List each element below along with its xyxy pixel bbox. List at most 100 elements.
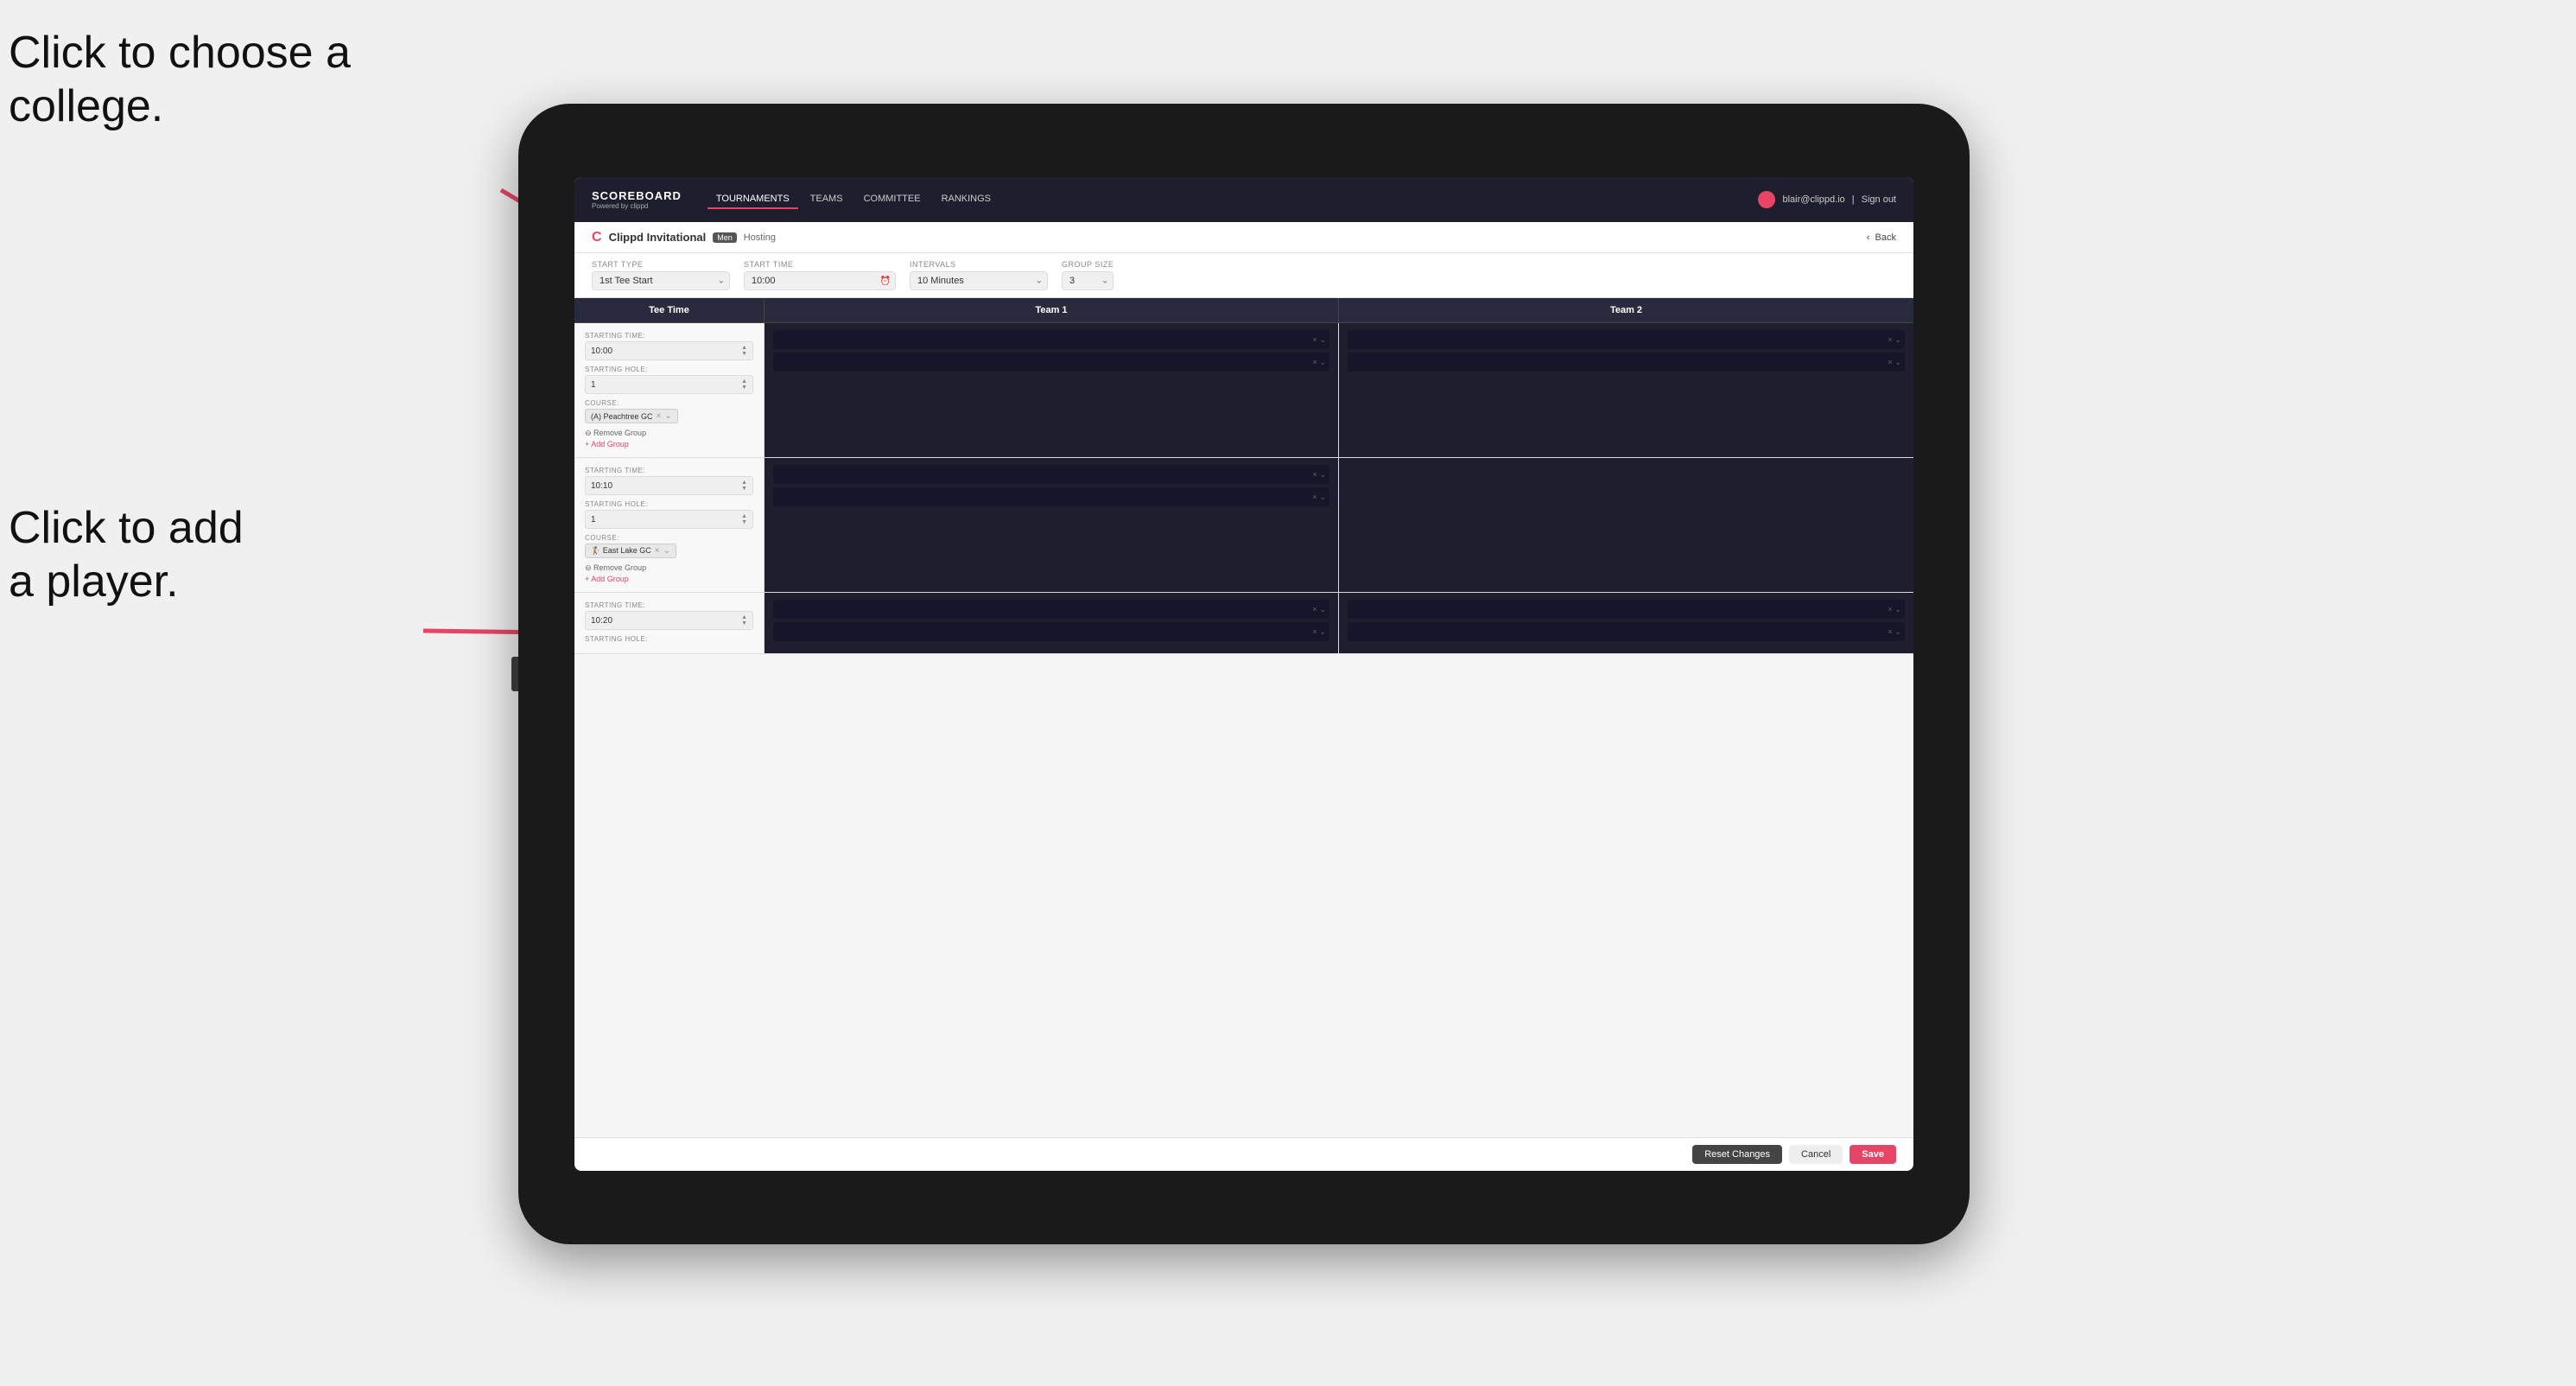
remove-group-btn-2[interactable]: ⊖ Remove Group bbox=[585, 563, 753, 573]
slot-expand-5-1[interactable]: ⌄ bbox=[1319, 605, 1326, 614]
starting-time-value-2[interactable]: 10:10 ▲▼ bbox=[585, 476, 753, 495]
slot-expand-5-2[interactable]: ⌄ bbox=[1319, 627, 1326, 637]
slot-remove-5-1[interactable]: × bbox=[1312, 605, 1317, 614]
slot-expand-2-2[interactable]: ⌄ bbox=[1894, 358, 1901, 367]
course-label-1: COURSE: bbox=[585, 399, 753, 407]
course-tag-remove-2[interactable]: × bbox=[655, 546, 660, 556]
player-slot-3-1[interactable]: ×⌄ bbox=[773, 465, 1329, 484]
slot-expand-3-2[interactable]: ⌄ bbox=[1319, 493, 1326, 502]
course-tag-1[interactable]: (A) Peachtree GC × ⌄ bbox=[585, 409, 678, 423]
player-slot-2-1[interactable]: ×⌄ bbox=[1348, 330, 1905, 349]
player-slot-5-2[interactable]: ×⌄ bbox=[773, 622, 1329, 641]
course-label-2: COURSE: bbox=[585, 534, 753, 542]
nav-item-tournaments[interactable]: TOURNAMENTS bbox=[707, 190, 798, 209]
group-row: STARTING TIME: 10:00 ▲▼ STARTING HOLE: 1… bbox=[574, 323, 1913, 458]
group-row-2: STARTING TIME: 10:10 ▲▼ STARTING HOLE: 1… bbox=[574, 458, 1913, 593]
back-button[interactable]: ‹ Back bbox=[1867, 232, 1896, 243]
player-slot-1-2[interactable]: ×⌄ bbox=[773, 353, 1329, 372]
group-size-label: Group Size bbox=[1062, 260, 1114, 269]
slot-remove-6-2[interactable]: × bbox=[1888, 627, 1892, 637]
nav-item-rankings[interactable]: RANKINGS bbox=[933, 190, 999, 209]
slot-expand-1-2[interactable]: ⌄ bbox=[1319, 358, 1326, 367]
tablet-side-button bbox=[511, 657, 518, 691]
reset-changes-button[interactable]: Reset Changes bbox=[1692, 1145, 1782, 1164]
player-slot-3-2[interactable]: ×⌄ bbox=[773, 487, 1329, 506]
user-email: blair@clippd.io bbox=[1782, 194, 1844, 205]
table-header: Tee Time Team 1 Team 2 bbox=[574, 298, 1913, 323]
intervals-group: Intervals 10 Minutes 8 Minutes 12 Minute… bbox=[910, 260, 1048, 290]
slot-expand-3-1[interactable]: ⌄ bbox=[1319, 470, 1326, 480]
group-row-3: STARTING TIME: 10:20 ▲▼ STARTING HOLE: ×… bbox=[574, 593, 1913, 654]
intervals-select[interactable]: 10 Minutes 8 Minutes 12 Minutes bbox=[910, 271, 1048, 290]
slot-remove-2-1[interactable]: × bbox=[1888, 335, 1892, 345]
starting-time-value-1[interactable]: 10:00 ▲▼ bbox=[585, 341, 753, 360]
slot-remove-1-2[interactable]: × bbox=[1312, 358, 1317, 367]
event-title: Clippd Invitational bbox=[609, 231, 707, 244]
group-2-left: STARTING TIME: 10:10 ▲▼ STARTING HOLE: 1… bbox=[574, 458, 765, 592]
slot-remove-2-2[interactable]: × bbox=[1888, 358, 1892, 367]
slot-expand-2-1[interactable]: ⌄ bbox=[1894, 335, 1901, 345]
start-time-label: Start Time bbox=[744, 260, 896, 269]
slot-expand-6-1[interactable]: ⌄ bbox=[1894, 605, 1901, 614]
player-slot-1-1[interactable]: ×⌄ bbox=[773, 330, 1329, 349]
event-gender-badge: Men bbox=[713, 232, 737, 243]
slot-remove-3-1[interactable]: × bbox=[1312, 470, 1317, 480]
hosting-badge: Hosting bbox=[744, 232, 776, 243]
sign-out-link[interactable]: Sign out bbox=[1862, 194, 1896, 205]
team2-cell-3: ×⌄ ×⌄ bbox=[1339, 593, 1913, 653]
start-type-select[interactable]: 1st Tee Start Shotgun Start bbox=[592, 271, 730, 290]
player-slot-5-1[interactable]: ×⌄ bbox=[773, 600, 1329, 619]
starting-time-label-1: STARTING TIME: bbox=[585, 332, 753, 340]
nav-items: TOURNAMENTS TEAMS COMMITTEE RANKINGS bbox=[707, 190, 1759, 209]
add-group-btn-1[interactable]: + Add Group bbox=[585, 440, 753, 448]
player-slot-6-1[interactable]: ×⌄ bbox=[1348, 600, 1905, 619]
annotation-add-player: Click to add a player. bbox=[9, 501, 244, 609]
nav-item-committee[interactable]: COMMITTEE bbox=[855, 190, 930, 209]
course-tag-expand-2[interactable]: ⌄ bbox=[663, 546, 670, 556]
team2-cell-1: ×⌄ ×⌄ bbox=[1339, 323, 1913, 457]
col-team1: Team 1 bbox=[765, 298, 1339, 322]
slot-expand-1-1[interactable]: ⌄ bbox=[1319, 335, 1326, 345]
brand: SCOREBOARD Powered by clippd bbox=[592, 189, 682, 210]
intervals-label: Intervals bbox=[910, 260, 1048, 269]
course-tag-expand-1[interactable]: ⌄ bbox=[664, 411, 671, 421]
add-group-btn-2[interactable]: + Add Group bbox=[585, 575, 753, 583]
save-button[interactable]: Save bbox=[1850, 1145, 1896, 1164]
group-3-left: STARTING TIME: 10:20 ▲▼ STARTING HOLE: bbox=[574, 593, 765, 653]
start-type-label: Start Type bbox=[592, 260, 730, 269]
player-slot-6-2[interactable]: ×⌄ bbox=[1348, 622, 1905, 641]
slot-remove-6-1[interactable]: × bbox=[1888, 605, 1892, 614]
remove-group-btn-1[interactable]: ⊖ Remove Group bbox=[585, 429, 753, 438]
tablet-screen: SCOREBOARD Powered by clippd TOURNAMENTS… bbox=[574, 177, 1913, 1171]
annotation-choose-college: Click to choose a college. bbox=[9, 26, 351, 134]
starting-time-label-2: STARTING TIME: bbox=[585, 467, 753, 474]
slot-remove-1-1[interactable]: × bbox=[1312, 335, 1317, 345]
nav-bar: SCOREBOARD Powered by clippd TOURNAMENTS… bbox=[574, 177, 1913, 222]
start-time-input[interactable] bbox=[744, 271, 896, 290]
slot-expand-6-2[interactable]: ⌄ bbox=[1894, 627, 1901, 637]
team1-cell-1: ×⌄ ×⌄ bbox=[765, 323, 1339, 457]
team1-cell-3: ×⌄ ×⌄ bbox=[765, 593, 1339, 653]
slot-remove-5-2[interactable]: × bbox=[1312, 627, 1317, 637]
slot-remove-3-2[interactable]: × bbox=[1312, 493, 1317, 502]
group-size-select[interactable]: 3 2 4 bbox=[1062, 271, 1114, 290]
cancel-button[interactable]: Cancel bbox=[1789, 1145, 1843, 1164]
separator: | bbox=[1852, 194, 1855, 205]
starting-hole-value-2[interactable]: 1 ▲▼ bbox=[585, 510, 753, 529]
player-slot-2-2[interactable]: ×⌄ bbox=[1348, 353, 1905, 372]
course-tag-remove-1[interactable]: × bbox=[657, 411, 662, 421]
start-type-group: Start Type 1st Tee Start Shotgun Start bbox=[592, 260, 730, 290]
starting-time-value-3[interactable]: 10:20 ▲▼ bbox=[585, 611, 753, 630]
nav-item-teams[interactable]: TEAMS bbox=[802, 190, 852, 209]
tablet-frame: SCOREBOARD Powered by clippd TOURNAMENTS… bbox=[518, 104, 1970, 1244]
group-actions-1: ⊖ Remove Group + Add Group bbox=[585, 429, 753, 448]
group-actions-2: ⊖ Remove Group + Add Group bbox=[585, 563, 753, 583]
starting-hole-label-2: STARTING HOLE: bbox=[585, 500, 753, 508]
group-1-left: STARTING TIME: 10:00 ▲▼ STARTING HOLE: 1… bbox=[574, 323, 765, 457]
course-tag-2[interactable]: 🏌 East Lake GC × ⌄ bbox=[585, 544, 676, 558]
clock-icon: ⏰ bbox=[880, 277, 891, 286]
starting-hole-value-1[interactable]: 1 ▲▼ bbox=[585, 375, 753, 394]
sub-header: C Clippd Invitational Men Hosting ‹ Back bbox=[574, 222, 1913, 253]
col-tee-time: Tee Time bbox=[574, 298, 765, 322]
team2-cell-2 bbox=[1339, 458, 1913, 592]
